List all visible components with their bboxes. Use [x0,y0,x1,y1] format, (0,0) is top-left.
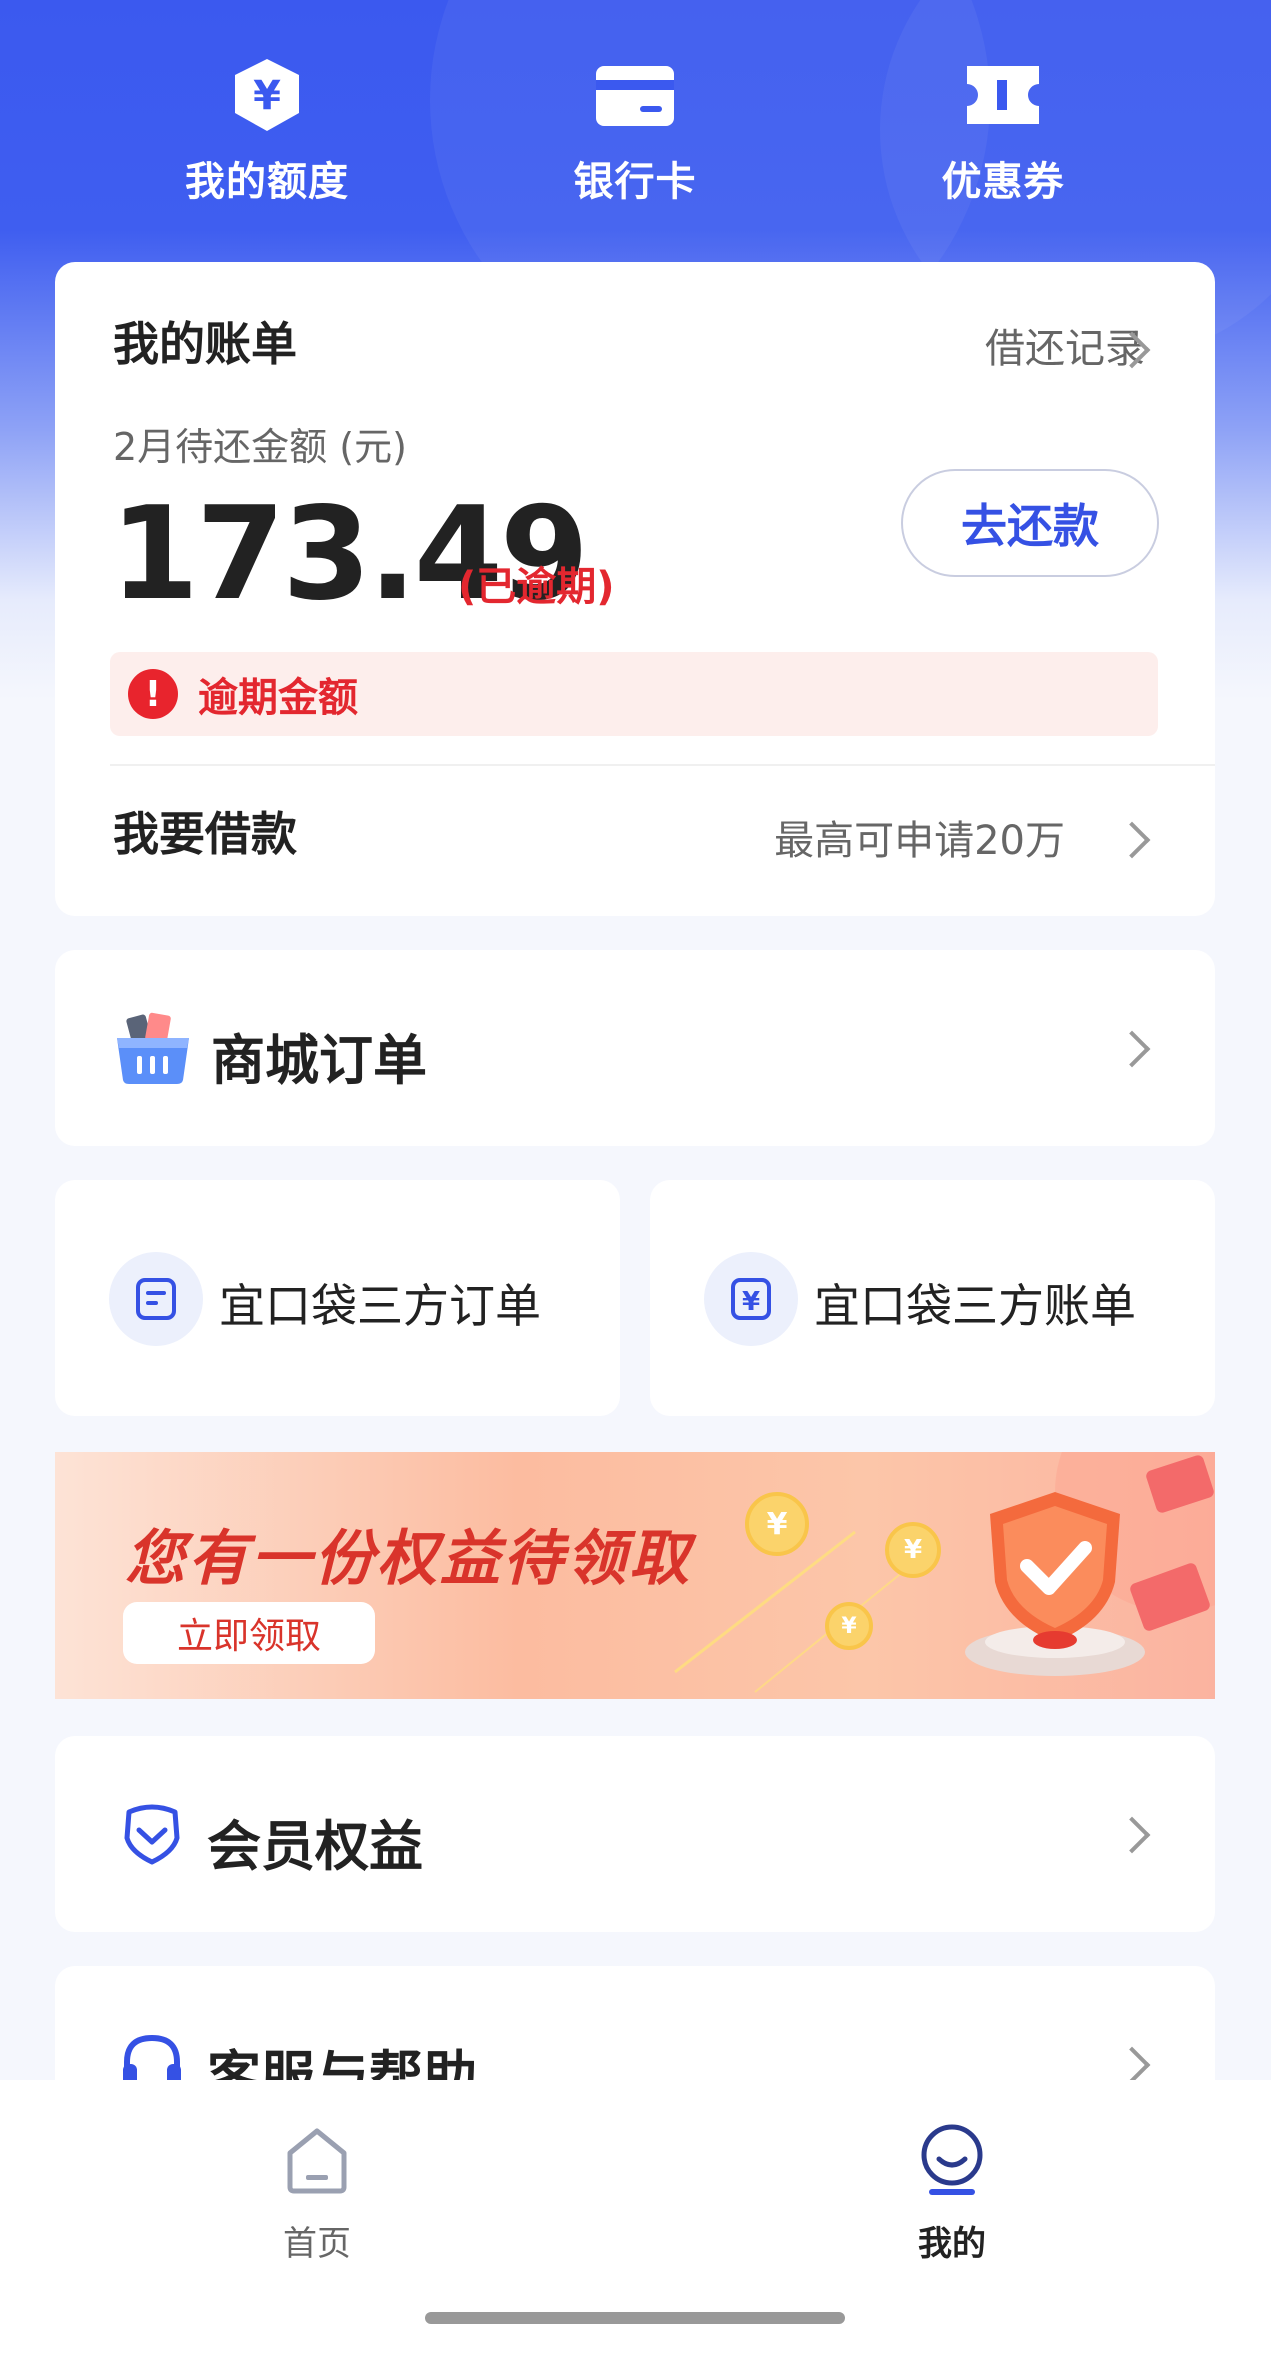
third-party-bills-label: 宜口袋三方账单 [814,1279,1136,1333]
tab-mine[interactable]: 我的 [852,2120,1052,2265]
basket-icon [113,1010,193,1090]
overdue-alert-bar[interactable]: ! 逾期金额 [110,652,1158,736]
divider [110,764,1215,766]
vip-benefits-row[interactable]: 会员权益 [55,1736,1215,1932]
chevron-right-icon [1113,2046,1151,2084]
coin-icon: ¥ [885,1522,941,1578]
vip-shield-icon [119,1800,185,1870]
mall-orders-row[interactable]: 商城订单 [55,950,1215,1146]
repay-button[interactable]: 去还款 [901,469,1159,577]
profile-icon [852,2120,1052,2200]
overdue-alert-text: 逾期金额 [198,675,358,721]
chevron-right-icon [1113,1816,1151,1854]
alert-icon: ! [128,669,178,719]
svg-text:¥: ¥ [742,1287,760,1317]
home-indicator[interactable] [425,2312,845,2324]
order-doc-icon [109,1252,203,1346]
yuan-shield-icon: ¥ [157,55,377,135]
overdue-tag: (已逾期) [458,564,615,610]
benefits-banner[interactable]: ¥ ¥ ¥ 您有一份权益待领取 立即领取 [55,1452,1215,1699]
claim-now-button[interactable]: 立即领取 [123,1602,375,1664]
bank-card-button[interactable]: 银行卡 [525,55,745,207]
bank-card-label: 银行卡 [573,159,697,205]
coupon-button[interactable]: 优惠券 [893,55,1113,207]
bill-title: 我的账单 [113,317,297,371]
tab-home-label: 首页 [283,2224,351,2264]
vip-benefits-label: 会员权益 [207,1815,423,1878]
borrow-title[interactable]: 我要借款 [113,798,297,864]
bill-card: 我的账单 借还记录 2月待还金额 (元) 173.49 (已逾期) 去还款 ! … [55,262,1215,916]
banner-title: 您有一份权益待领取 [125,1524,692,1594]
svg-text:¥: ¥ [253,73,281,119]
third-party-orders-card[interactable]: 宜口袋三方订单 [55,1180,620,1416]
top-nav: ¥ 我的额度 银行卡 优惠券 [0,55,1271,215]
third-party-orders-label: 宜口袋三方订单 [219,1279,541,1333]
my-quota-label: 我的额度 [185,159,349,205]
third-party-bills-card[interactable]: ¥ 宜口袋三方账单 [650,1180,1215,1416]
my-quota-button[interactable]: ¥ 我的额度 [157,55,377,207]
coin-icon: ¥ [825,1602,873,1650]
coupon-label: 优惠券 [941,159,1065,205]
yuan-doc-icon: ¥ [704,1252,798,1346]
tab-mine-label: 我的 [918,2224,986,2264]
mall-orders-label: 商城订单 [211,1029,427,1092]
bank-card-icon [525,55,745,135]
chevron-right-icon[interactable] [1113,821,1151,859]
benefit-shield-icon [945,1482,1165,1686]
chevron-right-icon [1113,1030,1151,1068]
tab-home[interactable]: 首页 [217,2120,417,2265]
ticket-icon [893,55,1113,135]
home-icon [217,2120,417,2200]
due-amount-label: 2月待还金额 (元) [113,425,407,469]
coin-icon: ¥ [745,1492,809,1556]
borrow-limit-hint: 最高可申请20万 [774,818,1065,864]
